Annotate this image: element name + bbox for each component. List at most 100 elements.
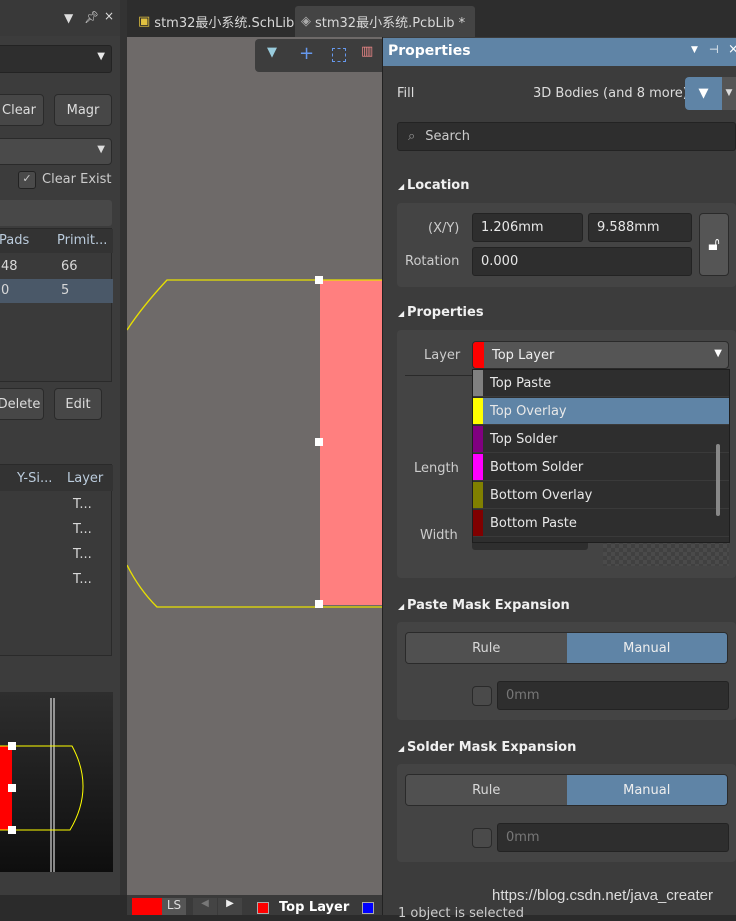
pcb-drawing [127,276,382,608]
paste-mask-input[interactable]: 0mm [497,681,729,710]
solder-manual-button[interactable]: Manual [566,775,727,805]
cell[interactable]: T... [73,522,92,537]
panel-title: Properties [388,43,471,59]
color-preview [603,540,729,566]
search-input[interactable]: ⌕ Search [397,122,736,151]
panel-menu-icon[interactable]: ▼ [691,45,698,55]
col-header-layer[interactable]: Layer [67,471,103,486]
scroll-right-button[interactable]: ▶ [218,898,242,915]
layer-color-swatch [473,510,483,536]
clear-existing-checkbox[interactable]: ✓ [18,171,36,189]
cell[interactable]: T... [73,572,92,587]
layer-option-label: Top Paste [490,375,552,391]
solder-rule-button[interactable]: Rule [406,775,567,805]
filter-button[interactable]: ▼ [685,77,722,110]
col-header-pads[interactable]: Pads [0,233,29,248]
xy-label: (X/Y) [428,221,460,236]
paste-manual-button[interactable]: Manual [566,633,727,663]
layer-set-button[interactable]: LS [162,898,186,915]
lock-button[interactable]: 🔓︎ [699,213,729,276]
search-placeholder: Search [425,129,470,144]
cell: 0 [1,283,10,298]
solder-mask-checkbox[interactable] [472,828,492,848]
cell: 66 [61,259,78,274]
magnify-button[interactable]: Magr [54,94,112,126]
layer-option[interactable]: Top Overlay [473,398,729,425]
y-input[interactable]: 9.588mm [588,213,692,242]
cell: 48 [1,259,18,274]
layer-color-swatch [473,342,484,368]
footprint-preview [0,692,113,872]
watermark: https://blog.csdn.net/java_creater [492,887,713,904]
pin-icon[interactable]: ⊣ [709,43,719,56]
pin-icon[interactable]: 📌︎ [84,10,99,24]
rotation-input[interactable]: 0.000 [472,247,692,276]
paste-rule-button[interactable]: Rule [406,633,567,663]
solder-mask-input[interactable]: 0mm [497,823,729,852]
section-location[interactable]: Location [398,178,470,193]
primitive-table: Y-Si... Layer T... T... T... T... [0,464,113,656]
unlock-icon: 🔓︎ [708,234,720,255]
panel-menu-icon[interactable]: ▼ [64,11,73,25]
cell[interactable]: T... [73,497,92,512]
dropdown-scrollbar[interactable] [716,444,720,516]
clear-button[interactable]: Clear [0,94,44,126]
close-icon[interactable]: × [104,9,114,23]
layer-label: Layer [424,348,461,363]
length-label: Length [414,461,459,476]
tab-pcblib[interactable]: ◈ stm32最小系统.PcbLib * [295,6,475,37]
current-layer-swatch[interactable] [132,898,162,915]
object-type: Fill [397,86,415,101]
cell: 5 [61,283,70,298]
col-header-primitives[interactable]: Primit... [57,233,107,248]
layer-color-swatch [473,370,483,396]
bottom-layer-swatch[interactable] [362,902,374,914]
rotation-label: Rotation [405,254,460,269]
layer-tab-top[interactable]: Top Layer [279,900,349,915]
document-tabs: ▣ stm32最小系统.SchLib ◈ stm32最小系统.PcbLib * [127,0,736,37]
table-row[interactable]: 48 66 [0,255,113,279]
layer-value: Top Layer [492,347,555,363]
cell[interactable]: T... [73,547,92,562]
col-header-y-size[interactable]: Y-Si... [17,471,52,486]
layer-option[interactable]: Bottom Paste [473,510,729,537]
width-label: Width [420,528,458,543]
paste-mask-checkbox[interactable] [472,686,492,706]
layer-option-label: Bottom Overlay [490,487,593,503]
filter-dropdown[interactable]: ▼ [0,138,112,165]
layer-option[interactable]: Top Paste [473,370,729,397]
clear-existing-label: Clear Exist [42,172,112,187]
paste-mask-mode: Rule Manual [405,632,728,664]
mask-dropdown[interactable]: ▼ [0,45,112,73]
component-table: Pads Primit... 48 66 0 5 [0,228,113,382]
scroll-left-button[interactable]: ◀ [193,898,217,915]
layer-option[interactable]: Top Solder [473,426,729,453]
edit-button[interactable]: Edit [54,388,102,420]
selection-status: 1 object is selected [398,906,524,921]
pcblib-icon: ◈ [301,14,311,29]
layer-option[interactable]: Bottom Overlay [473,482,729,509]
chevron-down-icon: ▼ [714,348,722,359]
section-properties[interactable]: Properties [398,305,484,320]
top-layer-swatch [257,902,269,914]
filter-dropdown-button[interactable]: ▼ [722,77,736,110]
section-paste-mask[interactable]: Paste Mask Expansion [398,598,570,613]
section-solder-mask[interactable]: Solder Mask Expansion [398,740,576,755]
search-icon: ⌕ [408,129,416,144]
pcb-canvas[interactable]: ▼ + ▥ [127,37,382,895]
layer-select[interactable]: Top Layer ▼ [472,341,729,369]
search-box[interactable] [0,200,112,226]
close-icon[interactable]: × [728,42,736,57]
layer-color-swatch [473,482,483,508]
tab-label: stm32最小系统.SchLib [154,15,295,31]
table-row-selected[interactable]: 0 5 [0,279,113,303]
layer-option[interactable]: Bottom Solder [473,454,729,481]
tab-label: stm32最小系统.PcbLib * [315,16,466,31]
layer-color-swatch [473,398,483,424]
delete-button[interactable]: Delete [0,388,44,420]
x-input[interactable]: 1.206mm [472,213,583,242]
layer-option-label: Bottom Solder [490,459,584,475]
splitter[interactable] [120,0,127,895]
tab-schlib[interactable]: ▣ stm32最小系统.SchLib [132,8,300,34]
filter-summary: 3D Bodies (and 8 more) [533,86,688,101]
